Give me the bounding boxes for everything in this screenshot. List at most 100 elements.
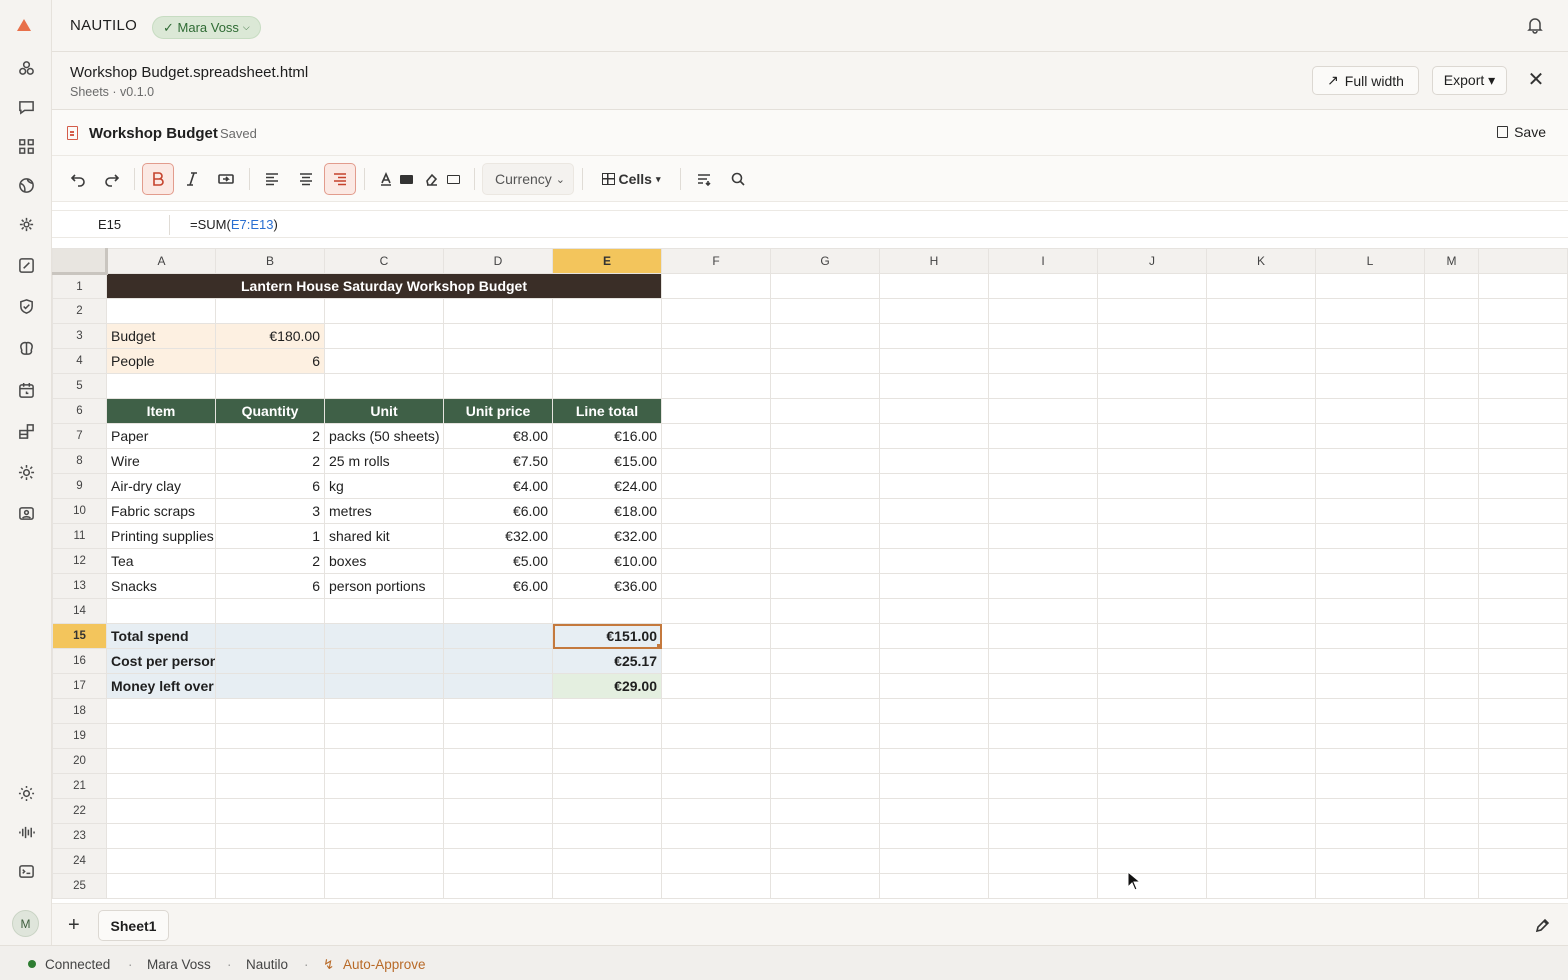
cell[interactable] [988, 698, 1098, 724]
input-label-cell[interactable]: Budget [106, 323, 216, 349]
row-header[interactable]: 2 [52, 298, 107, 324]
cell[interactable] [1097, 323, 1207, 349]
input-label-cell[interactable]: People [106, 348, 216, 374]
cell[interactable] [1424, 723, 1479, 749]
cell[interactable] [988, 298, 1098, 324]
cell[interactable] [552, 848, 662, 874]
cell[interactable] [215, 298, 325, 324]
cell[interactable] [770, 873, 880, 899]
cell[interactable] [1315, 498, 1425, 524]
export-button[interactable]: Export ▾ [1432, 66, 1507, 95]
cell[interactable] [552, 823, 662, 849]
cell[interactable] [215, 623, 325, 649]
cell[interactable] [1097, 273, 1207, 299]
quantity-cell[interactable]: 1 [215, 523, 325, 549]
cell[interactable] [661, 298, 771, 324]
unit-price-cell[interactable]: €4.00 [443, 473, 553, 499]
cell[interactable] [879, 573, 989, 599]
cell[interactable] [1424, 398, 1479, 424]
cell[interactable] [1424, 873, 1479, 899]
cell[interactable] [988, 598, 1098, 624]
cell[interactable] [106, 598, 216, 624]
item-cell[interactable]: Snacks [106, 573, 216, 599]
line-total-cell[interactable]: €18.00 [552, 498, 662, 524]
cell[interactable] [770, 598, 880, 624]
cell[interactable] [1315, 648, 1425, 674]
cell[interactable] [1206, 273, 1316, 299]
cell[interactable] [1097, 548, 1207, 574]
cell[interactable] [770, 748, 880, 774]
cell[interactable] [1206, 848, 1316, 874]
cell[interactable] [215, 698, 325, 724]
cell[interactable] [988, 523, 1098, 549]
cell[interactable] [1315, 323, 1425, 349]
cell[interactable] [324, 798, 444, 824]
cell[interactable] [1424, 848, 1479, 874]
cell[interactable] [324, 698, 444, 724]
cell[interactable] [1097, 373, 1207, 399]
cell[interactable] [988, 348, 1098, 374]
unit-cell[interactable]: packs (50 sheets) [324, 423, 444, 449]
column-header[interactable]: F [661, 248, 771, 274]
cell[interactable] [1424, 448, 1479, 474]
border-icon[interactable] [442, 163, 464, 195]
cell[interactable] [661, 373, 771, 399]
cell[interactable] [879, 773, 989, 799]
cell[interactable] [879, 398, 989, 424]
row-header[interactable]: 12 [52, 548, 107, 574]
cell[interactable] [1097, 698, 1207, 724]
cell[interactable] [552, 748, 662, 774]
cell[interactable] [988, 748, 1098, 774]
cell[interactable] [1097, 723, 1207, 749]
selected-cell[interactable]: €151.00 [552, 623, 662, 649]
cell[interactable] [552, 798, 662, 824]
line-total-cell[interactable]: €32.00 [552, 523, 662, 549]
cell[interactable] [988, 773, 1098, 799]
cell[interactable] [106, 298, 216, 324]
summary-label-cell[interactable]: Total spend [106, 623, 216, 649]
cell[interactable] [552, 298, 662, 324]
row-header[interactable]: 19 [52, 723, 107, 749]
cell[interactable] [879, 523, 989, 549]
cell[interactable] [879, 373, 989, 399]
cell[interactable] [1424, 273, 1479, 299]
cell[interactable] [552, 773, 662, 799]
cell[interactable] [215, 873, 325, 899]
summary-label-cell[interactable]: Cost per person [106, 648, 216, 674]
cell[interactable] [443, 723, 553, 749]
apps-grid-icon[interactable] [14, 134, 38, 158]
cell[interactable] [1097, 848, 1207, 874]
column-header[interactable]: A [106, 248, 216, 274]
cell[interactable] [106, 848, 216, 874]
cell[interactable] [879, 348, 989, 374]
cell[interactable] [1206, 448, 1316, 474]
cell[interactable] [1315, 423, 1425, 449]
row-header[interactable]: 15 [52, 623, 107, 649]
cell[interactable] [106, 873, 216, 899]
cell[interactable] [1097, 298, 1207, 324]
table-header-cell[interactable]: Item [106, 398, 216, 424]
cell[interactable] [661, 798, 771, 824]
pencil-icon[interactable] [1534, 918, 1550, 934]
cell[interactable] [443, 748, 553, 774]
fill-swatch-icon[interactable] [396, 163, 416, 195]
cell[interactable] [1206, 748, 1316, 774]
cell[interactable] [661, 398, 771, 424]
cell[interactable] [1315, 723, 1425, 749]
align-center-icon[interactable] [290, 163, 322, 195]
cell[interactable] [106, 773, 216, 799]
cell[interactable] [770, 498, 880, 524]
unit-price-cell[interactable]: €5.00 [443, 548, 553, 574]
user-switcher[interactable]: ✓ Mara Voss ⌵ [152, 16, 261, 39]
cell[interactable] [324, 848, 444, 874]
cell[interactable] [1315, 398, 1425, 424]
cell[interactable] [1315, 548, 1425, 574]
cell[interactable] [215, 598, 325, 624]
cell[interactable] [661, 848, 771, 874]
cell[interactable] [106, 723, 216, 749]
cell[interactable] [1206, 373, 1316, 399]
row-header[interactable]: 23 [52, 823, 107, 849]
line-total-cell[interactable]: €10.00 [552, 548, 662, 574]
input-value-cell[interactable]: 6 [215, 348, 325, 374]
column-header[interactable]: J [1097, 248, 1207, 274]
